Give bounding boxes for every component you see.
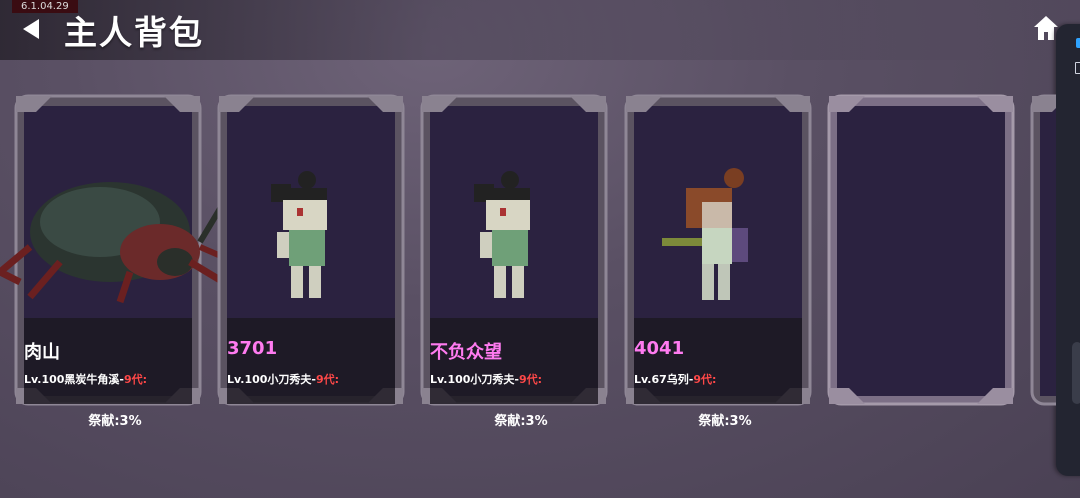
card-info-panel [634, 318, 802, 404]
contribution-label: 祭献:3% [698, 414, 752, 429]
pet-card[interactable]: 4041 Lv.67乌列-9代: [622, 92, 814, 408]
pet-generation: 9代: [693, 373, 717, 386]
panel-square-icon [1075, 62, 1080, 74]
pet-description: Lv.100黑炭牛角溪-9代: [24, 371, 147, 387]
pet-level-species: Lv.100黑炭牛角溪- [24, 373, 124, 386]
side-panel[interactable] [1056, 24, 1080, 476]
pet-description: Lv.100小刀秀夫-9代: [430, 371, 542, 387]
pet-name: 肉山 [24, 342, 60, 363]
card-slot-3: 不负众望 Lv.100小刀秀夫-9代: 祭献:3% [418, 92, 614, 429]
empty-card-slot[interactable] [825, 92, 1017, 408]
pet-card[interactable]: 不负众望 Lv.100小刀秀夫-9代: [418, 92, 610, 408]
pet-card[interactable]: 肉山 Lv.100黑炭牛角溪-9代: [0, 92, 260, 408]
pet-generation: 9代: [124, 373, 148, 386]
back-arrow-icon [23, 19, 39, 39]
card-info-panel [227, 318, 395, 404]
pet-description: Lv.67乌列-9代: [634, 371, 716, 387]
pet-generation: 9代: [519, 373, 543, 386]
card-frame [827, 94, 1015, 406]
brown-hair-girl-icon [662, 168, 748, 300]
zombie-girl-icon [474, 171, 530, 298]
panel-handle[interactable] [1072, 342, 1080, 404]
contribution-label: 祭献:3% [88, 414, 142, 429]
zombie-girl-icon [271, 171, 327, 298]
card-slot-5 [825, 92, 1021, 422]
pet-level-species: Lv.67乌列- [634, 373, 694, 386]
card-slot-4: 4041 Lv.67乌列-9代: 祭献:3% [622, 92, 818, 429]
pet-level-species: Lv.100小刀秀夫- [430, 373, 519, 386]
back-button[interactable] [16, 14, 46, 44]
empty-card-slot[interactable] [1028, 92, 1056, 408]
card-slot-1: 肉山 Lv.100黑炭牛角溪-9代: 祭献:3% [0, 92, 260, 429]
pet-level-species: Lv.100小刀秀夫- [227, 373, 316, 386]
card-frame [1030, 94, 1056, 406]
pet-card[interactable]: 3701 Lv.100小刀秀夫-9代: [215, 92, 407, 408]
pet-name: 4041 [634, 338, 685, 359]
contribution-label: 祭献:3% [494, 414, 548, 429]
pet-description: Lv.100小刀秀夫-9代: [227, 371, 339, 387]
pet-name: 3701 [227, 338, 278, 359]
pet-generation: 9代: [316, 373, 340, 386]
panel-indicator-icon [1076, 38, 1080, 48]
pet-name: 不负众望 [430, 342, 502, 363]
page-title: 主人背包 [64, 13, 204, 52]
card-slot-2: 3701 Lv.100小刀秀夫-9代: [215, 92, 411, 422]
card-slot-6 [1028, 92, 1056, 422]
